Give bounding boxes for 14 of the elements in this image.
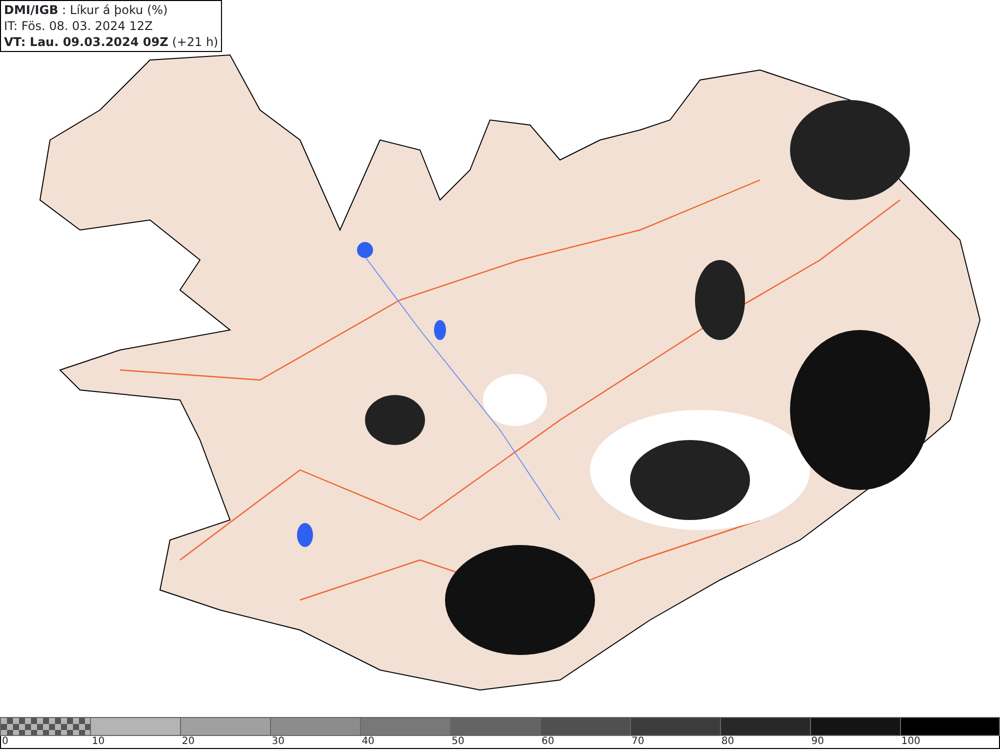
legend-label: 90 (811, 736, 824, 747)
header-line: VT: Lau. 09.03.2024 09Z (+21 h) (4, 34, 218, 50)
header-line: IT: Fös. 08. 03. 2024 12Z (4, 18, 154, 34)
legend-label: 40 (362, 736, 374, 747)
legend-label: 60 (542, 736, 554, 747)
legend-label: 100 (901, 736, 920, 747)
legend-label: 80 (721, 736, 734, 747)
legend-label: 0 (2, 736, 8, 747)
header-line: DMI/IGB : Líkur á þoku (%) (4, 2, 169, 18)
legend-label: 10 (92, 736, 105, 747)
legend-label: 20 (182, 736, 195, 747)
legend-label: 30 (272, 736, 284, 747)
legend-label: 50 (452, 736, 464, 747)
legend-label: 70 (631, 736, 644, 747)
